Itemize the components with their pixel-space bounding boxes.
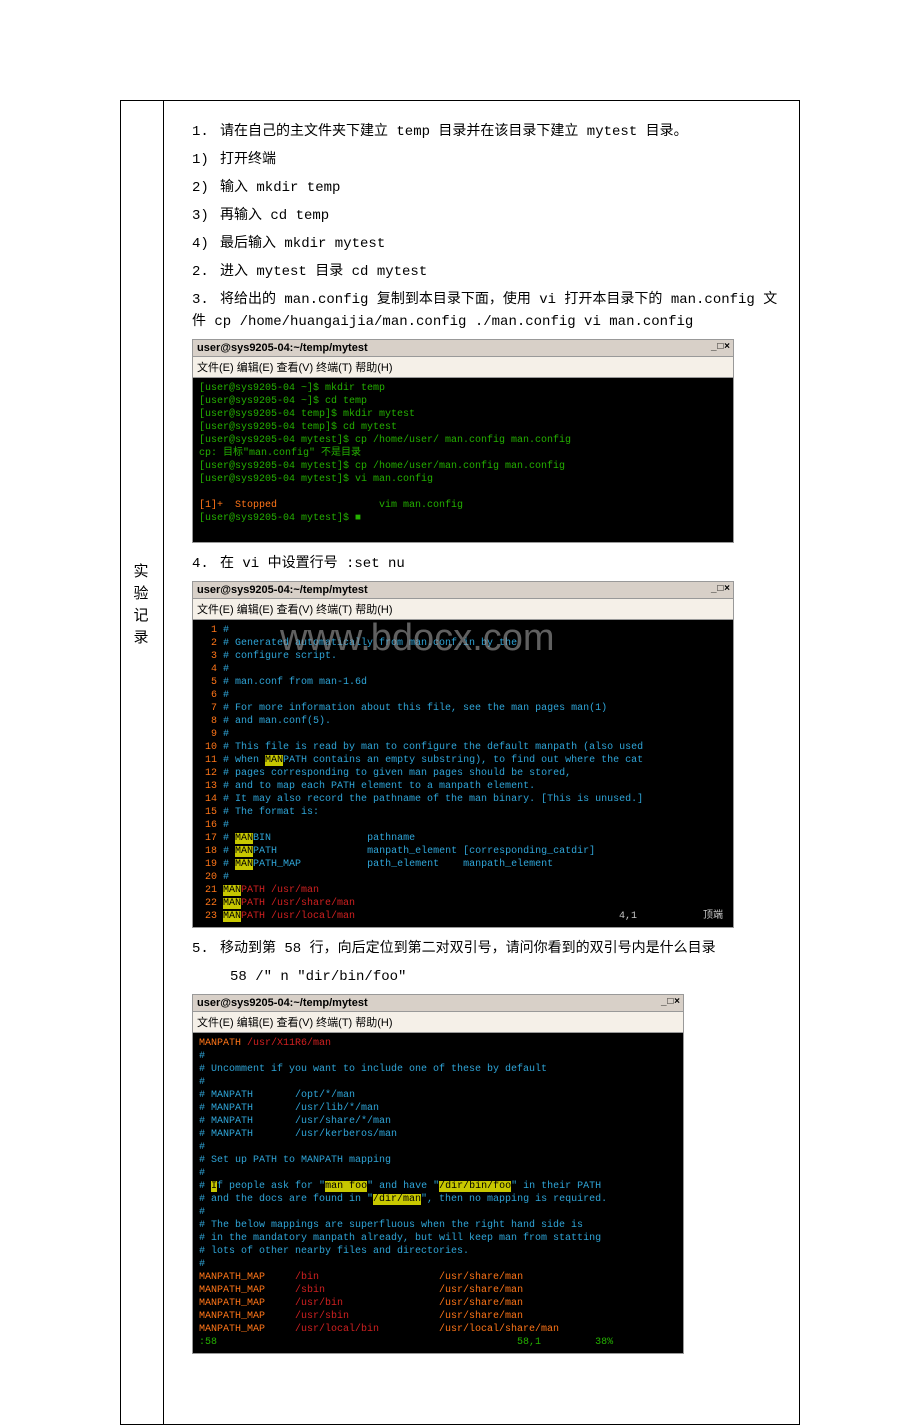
terminal-2-menu: 文件(E) 编辑(E) 查看(V) 终端(T) 帮助(H): [193, 599, 733, 620]
sidebar-char-3: 记: [122, 605, 162, 627]
terminal-1-window-buttons: _ □ ×: [711, 341, 729, 352]
main-table: 实 验 记 录 1.请在自己的主文件夹下建立 temp 目录并在该目录下建立 m…: [120, 100, 800, 1425]
terminal-3-body: MANPATH /usr/X11R6/man # # Uncomment if …: [193, 1033, 683, 1353]
terminal-2-body: 1 # 2 # Generated automatically from man…: [193, 620, 733, 927]
step-2: 2.进入 mytest 目录 cd mytest: [192, 261, 783, 283]
step-1: 1.请在自己的主文件夹下建立 temp 目录并在该目录下建立 mytest 目录…: [192, 121, 783, 143]
step-1-2: 2)输入 mkdir temp: [192, 177, 783, 199]
step-1-1: 1)打开终端: [192, 149, 783, 171]
terminal-1-title: user@sys9205-04:~/temp/mytest: [197, 342, 368, 354]
step-5: 5.移动到第 58 行，向后定位到第二对双引号，请问你看到的双引号内是什么目录: [192, 938, 783, 960]
terminal-1-menu: 文件(E) 编辑(E) 查看(V) 终端(T) 帮助(H): [193, 357, 733, 378]
step-1-3: 3)再输入 cd temp: [192, 205, 783, 227]
terminal-2-status: 4,1 顶端: [619, 910, 723, 923]
terminal-2-title: user@sys9205-04:~/temp/mytest: [197, 584, 368, 596]
terminal-3-menu: 文件(E) 编辑(E) 查看(V) 终端(T) 帮助(H): [193, 1012, 683, 1033]
terminal-window-1: user@sys9205-04:~/temp/mytest _ □ × 文件(E…: [192, 339, 734, 543]
sidebar-char-4: 录: [122, 627, 162, 649]
sidebar-char-2: 验: [122, 583, 162, 605]
content-cell: 1.请在自己的主文件夹下建立 temp 目录并在该目录下建立 mytest 目录…: [164, 101, 800, 1425]
terminal-3-title: user@sys9205-04:~/temp/mytest: [197, 997, 368, 1009]
terminal-1-body: [user@sys9205-04 ~]$ mkdir temp [user@sy…: [193, 378, 733, 542]
terminal-1-titlebar: user@sys9205-04:~/temp/mytest _ □ ×: [193, 340, 733, 357]
step-5b: 58 /" n "dir/bin/foo": [230, 966, 783, 988]
terminal-3-status: :58 58,1 38%: [199, 1337, 613, 1348]
sidebar-cell: 实 验 记 录: [121, 101, 164, 1425]
terminal-3-titlebar: user@sys9205-04:~/temp/mytest _ □ ×: [193, 995, 683, 1012]
terminal-2-titlebar: user@sys9205-04:~/temp/mytest _ □ ×: [193, 582, 733, 599]
terminal-2-window-buttons: _ □ ×: [711, 583, 729, 594]
step-3: 3.将给出的 man.config 复制到本目录下面，使用 vi 打开本目录下的…: [192, 289, 783, 333]
terminal-window-2: user@sys9205-04:~/temp/mytest _ □ × 文件(E…: [192, 581, 734, 928]
step-1-4: 4)最后输入 mkdir mytest: [192, 233, 783, 255]
terminal-window-3: user@sys9205-04:~/temp/mytest _ □ × 文件(E…: [192, 994, 684, 1354]
sidebar-char-1: 实: [122, 561, 162, 583]
terminal-3-window-buttons: _ □ ×: [661, 996, 679, 1007]
step-4: 4.在 vi 中设置行号 :set nu: [192, 553, 783, 575]
